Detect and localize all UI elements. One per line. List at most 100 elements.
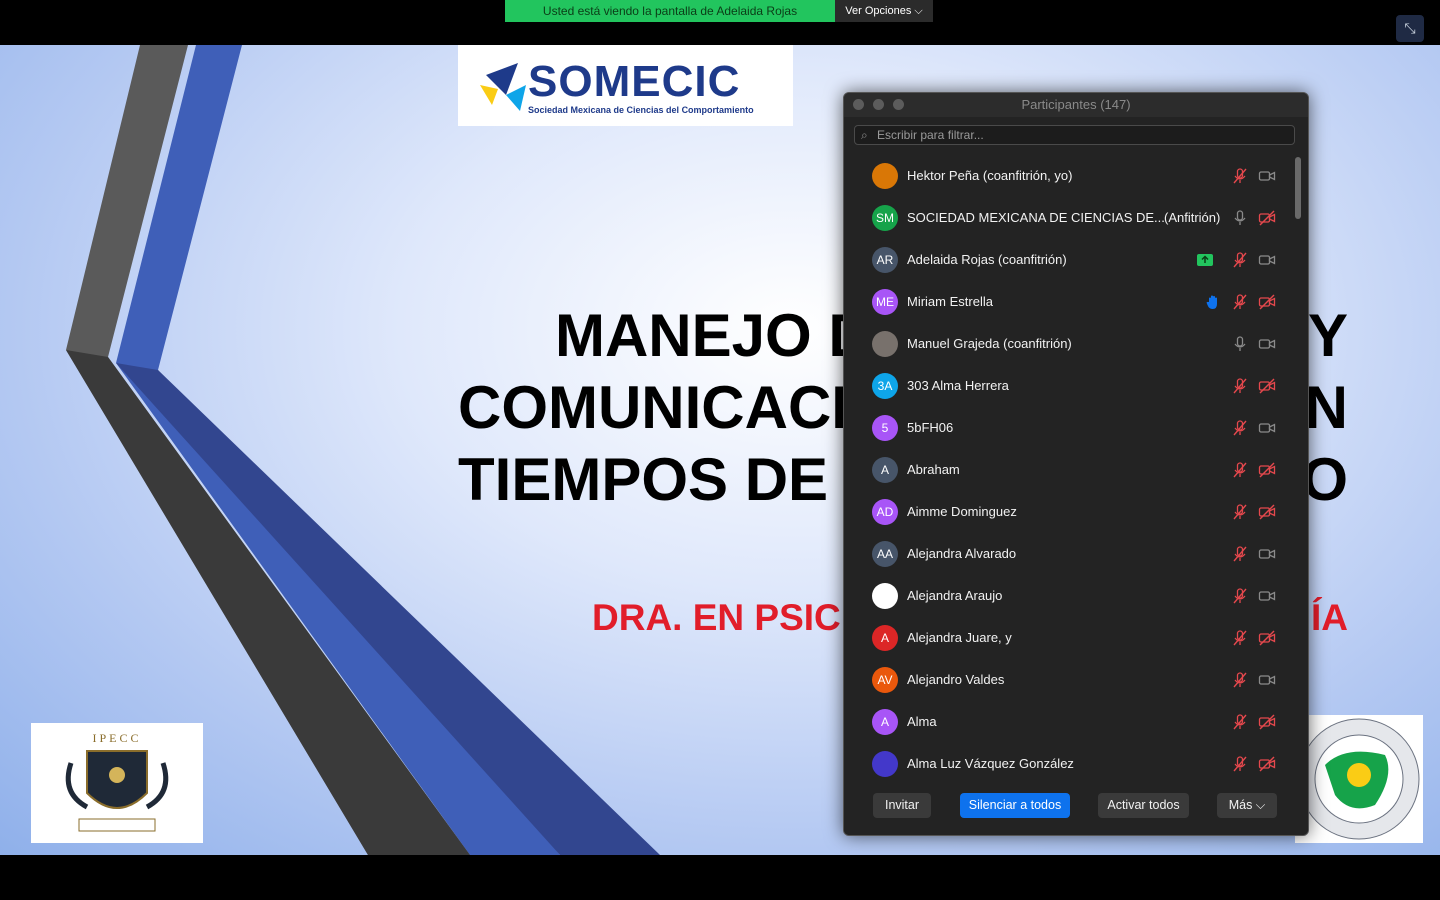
avatar: AD: [872, 499, 898, 525]
participant-row[interactable]: A Abraham: [844, 449, 1292, 491]
mic-muted-icon[interactable]: [1231, 587, 1249, 605]
mic-muted-icon[interactable]: [1231, 503, 1249, 521]
participant-name: SOCIEDAD MEXICANA DE CIENCIAS DE...: [907, 210, 1165, 225]
participant-list[interactable]: Hektor Peña (coanfitrión, yo) SM SOCIEDAD …: [844, 155, 1292, 781]
participant-name: Manuel Grajeda (coanfitrión): [907, 336, 1072, 351]
mic-muted-icon[interactable]: [1231, 419, 1249, 437]
video-icon[interactable]: [1258, 419, 1276, 437]
avatar: 5: [872, 415, 898, 441]
scrollbar-thumb[interactable]: [1295, 157, 1301, 219]
participant-row[interactable]: Alejandra Araujo: [844, 575, 1292, 617]
video-icon[interactable]: [1258, 251, 1276, 269]
avatar: A: [872, 709, 898, 735]
participant-row[interactable]: A Alma: [844, 701, 1292, 743]
screen-share-icon: [1196, 251, 1214, 269]
participant-row[interactable]: 3A 303 Alma Herrera: [844, 365, 1292, 407]
filter-box: ⌕: [854, 125, 1295, 145]
participant-name: 303 Alma Herrera: [907, 378, 1009, 393]
mic-muted-icon[interactable]: [1231, 629, 1249, 647]
participants-panel: Participantes (147) ⌕ Hektor Peña (coanf…: [843, 92, 1309, 836]
mic-muted-icon[interactable]: [1231, 251, 1249, 269]
mute-all-button[interactable]: Silenciar a todos: [960, 793, 1070, 818]
video-icon[interactable]: [1258, 545, 1276, 563]
view-options-button[interactable]: Ver Opciones ⌵: [835, 0, 933, 22]
video-off-icon[interactable]: [1258, 293, 1276, 311]
scrollbar-track[interactable]: [1294, 155, 1302, 781]
abc-criminologia-logo: [1295, 715, 1423, 843]
mic-icon[interactable]: [1231, 209, 1249, 227]
video-off-icon[interactable]: [1258, 629, 1276, 647]
avatar: AV: [872, 667, 898, 693]
avatar: [872, 751, 898, 777]
mic-muted-icon[interactable]: [1231, 671, 1249, 689]
video-off-icon[interactable]: [1258, 377, 1276, 395]
participant-name: Alma Luz Vázquez González: [907, 756, 1074, 771]
raised-hand-icon: [1204, 293, 1222, 311]
filter-input[interactable]: [877, 126, 1287, 144]
avatar: AA: [872, 541, 898, 567]
video-off-icon[interactable]: [1258, 713, 1276, 731]
screen-share-banner: Usted está viendo la pantalla de Adelaid…: [505, 0, 933, 22]
ipecc-logo: IPECC: [31, 723, 203, 843]
mic-muted-icon[interactable]: [1231, 293, 1249, 311]
mic-icon[interactable]: [1231, 335, 1249, 353]
participant-row[interactable]: Hektor Peña (coanfitrión, yo): [844, 155, 1292, 197]
participant-name: Alejandra Alvarado: [907, 546, 1017, 561]
avatar: [872, 583, 898, 609]
participant-row[interactable]: A Alejandra Juare, y: [844, 617, 1292, 659]
mic-muted-icon[interactable]: [1231, 377, 1249, 395]
participant-row[interactable]: Alma Luz Vázquez González: [844, 743, 1292, 781]
participant-row[interactable]: AR Adelaida Rojas (coanfitrión): [844, 239, 1292, 281]
host-label: (Anfitrión): [1164, 210, 1221, 225]
panel-titlebar[interactable]: Participantes (147): [844, 93, 1308, 117]
more-button[interactable]: Más ⌵: [1217, 793, 1277, 818]
participant-row[interactable]: AD Aimme Dominguez: [844, 491, 1292, 533]
participant-name: Aimme Dominguez: [907, 504, 1017, 519]
slide-title-right: Y: [1307, 302, 1348, 369]
video-icon[interactable]: [1258, 335, 1276, 353]
exit-fullscreen-button[interactable]: ⤡: [1396, 15, 1424, 42]
participant-row[interactable]: AV Alejandro Valdes: [844, 659, 1292, 701]
unmute-all-button[interactable]: Activar todos: [1098, 793, 1189, 818]
slide-title-line: COMUNICACI: [458, 374, 848, 441]
exit-fullscreen-icon: ⤡: [1404, 20, 1416, 36]
video-off-icon[interactable]: [1258, 503, 1276, 521]
slide-title-line: TIEMPOS DE: [458, 446, 829, 513]
top-bar: Usted está viendo la pantalla de Adelaid…: [0, 0, 1440, 45]
avatar: A: [872, 457, 898, 483]
author-right: ÍA: [1311, 597, 1348, 638]
bottom-bar: [0, 855, 1440, 900]
slide-title-right: N: [1304, 374, 1348, 441]
participant-name: Hektor Peña (coanfitrión, yo): [907, 168, 1073, 183]
video-off-icon[interactable]: [1258, 209, 1276, 227]
video-icon[interactable]: [1258, 167, 1276, 185]
video-off-icon[interactable]: [1258, 755, 1276, 773]
avatar: [872, 163, 898, 189]
mic-muted-icon[interactable]: [1231, 545, 1249, 563]
author-left: DRA. EN PSIC: [592, 597, 841, 638]
mic-muted-icon[interactable]: [1231, 713, 1249, 731]
logo-name: SOMECIC: [528, 57, 741, 106]
participant-name: Miriam Estrella: [907, 294, 993, 309]
mic-muted-icon[interactable]: [1231, 461, 1249, 479]
mic-muted-icon[interactable]: [1231, 755, 1249, 773]
invite-button[interactable]: Invitar: [873, 793, 931, 818]
somecic-emblem-icon: [480, 63, 526, 111]
video-icon[interactable]: [1258, 587, 1276, 605]
video-off-icon[interactable]: [1258, 461, 1276, 479]
participant-row[interactable]: ME Miriam Estrella: [844, 281, 1292, 323]
participant-row[interactable]: 5 5bFH06: [844, 407, 1292, 449]
participant-row[interactable]: Manuel Grajeda (coanfitrión): [844, 323, 1292, 365]
somecic-logo: SOMECIC Sociedad Mexicana de Ciencias de…: [458, 45, 793, 126]
abc-seal-icon: [1298, 718, 1420, 840]
mic-muted-icon[interactable]: [1231, 167, 1249, 185]
share-status-text: Usted está viendo la pantalla de Adelaid…: [505, 0, 835, 22]
video-icon[interactable]: [1258, 671, 1276, 689]
avatar: 3A: [872, 373, 898, 399]
avatar: SM: [872, 205, 898, 231]
logo-subtitle: Sociedad Mexicana de Ciencias del Compor…: [528, 105, 754, 115]
participant-row[interactable]: SM SOCIEDAD MEXICANA DE CIENCIAS DE... (An…: [844, 197, 1292, 239]
panel-title: Participantes (147): [1021, 97, 1131, 112]
avatar: A: [872, 625, 898, 651]
participant-row[interactable]: AA Alejandra Alvarado: [844, 533, 1292, 575]
